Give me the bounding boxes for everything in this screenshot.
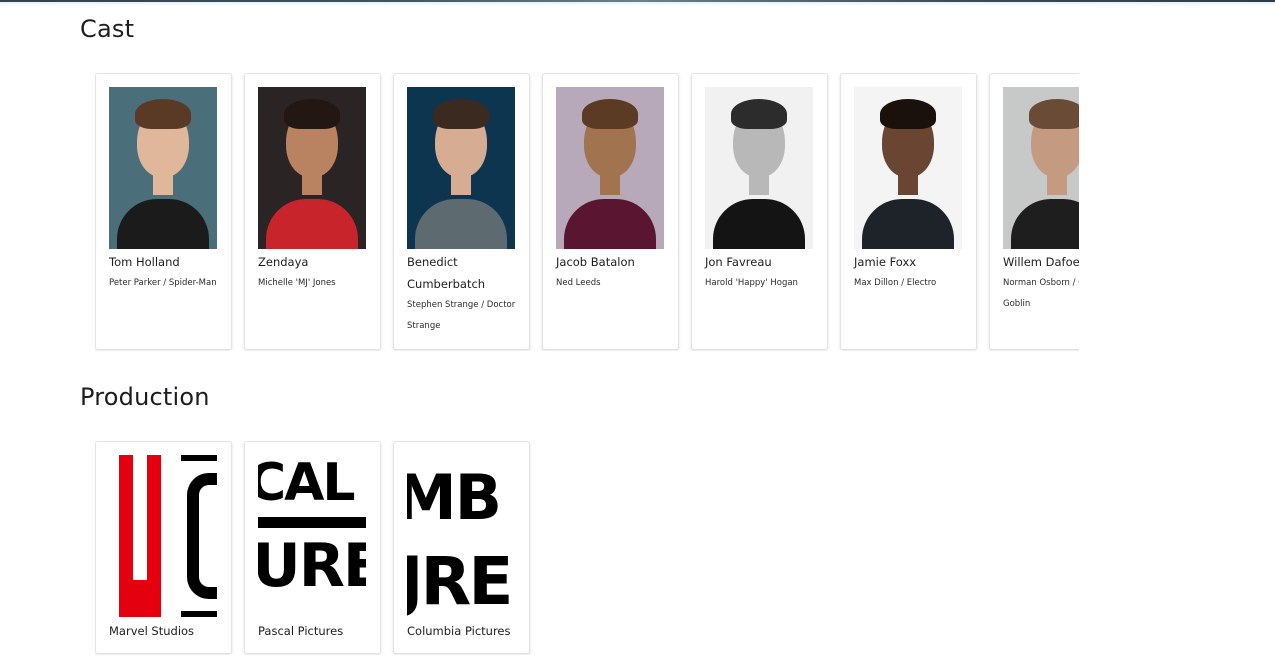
cast-name: Tom Holland <box>109 255 180 269</box>
cast-character: Stephen Strange / Doctor Strange <box>407 300 516 331</box>
cast-name: Zendaya <box>258 255 309 269</box>
cast-photo <box>258 87 366 249</box>
production-card-marvel[interactable]: Marvel Studios <box>95 441 232 654</box>
cast-character: Harold 'Happy' Hogan <box>705 278 798 288</box>
columbia-pictures-logo: MB JRE <box>407 455 515 617</box>
cast-card[interactable]: Jamie Foxx Max Dillon / Electro <box>840 73 977 350</box>
cast-card[interactable]: Willem Dafoe Norman Osborn / Green Goblin <box>989 73 1079 350</box>
cast-character: Peter Parker / Spider-Man <box>109 278 217 288</box>
cast-card[interactable]: Jacob Batalon Ned Leeds <box>542 73 679 350</box>
header-image-strip <box>0 0 1275 6</box>
cast-character: Michelle 'MJ' Jones <box>258 278 336 288</box>
cast-name: Willem Dafoe <box>1003 255 1079 269</box>
production-section-title: Production <box>80 383 210 411</box>
cast-card[interactable]: Zendaya Michelle 'MJ' Jones <box>244 73 381 350</box>
cast-card[interactable]: Jon Favreau Harold 'Happy' Hogan <box>691 73 828 350</box>
marvel-studios-logo <box>109 455 217 617</box>
cast-name: Jon Favreau <box>705 255 772 269</box>
production-card-columbia[interactable]: MB JRE Columbia Pictures <box>393 441 530 654</box>
cast-photo <box>109 87 217 249</box>
production-name: Marvel Studios <box>109 624 195 638</box>
production-name: Columbia Pictures <box>407 624 511 638</box>
pascal-pictures-logo: CAL URE <box>258 455 366 617</box>
cast-character: Norman Osborn / Green Goblin <box>1003 278 1079 309</box>
production-list[interactable]: Marvel Studios CAL URE Pascal Pictures M… <box>95 441 545 655</box>
cast-card[interactable]: Benedict Cumberbatch Stephen Strange / Do… <box>393 73 530 350</box>
production-card-pascal[interactable]: CAL URE Pascal Pictures <box>244 441 381 654</box>
cast-photo <box>556 87 664 249</box>
cast-section-title: Cast <box>80 15 135 43</box>
cast-name: Jamie Foxx <box>854 255 917 269</box>
cast-card[interactable]: Tom Holland Peter Parker / Spider-Man <box>95 73 232 350</box>
production-name: Pascal Pictures <box>258 624 344 638</box>
cast-character: Max Dillon / Electro <box>854 278 937 288</box>
cast-photo <box>1003 87 1079 249</box>
cast-name: Benedict Cumberbatch <box>407 255 486 291</box>
cast-list[interactable]: Tom Holland Peter Parker / Spider-Man Zend… <box>95 73 1079 351</box>
cast-photo <box>854 87 962 249</box>
cast-photo <box>407 87 515 249</box>
cast-photo <box>705 87 813 249</box>
cast-name: Jacob Batalon <box>556 255 635 269</box>
cast-character: Ned Leeds <box>556 278 601 288</box>
